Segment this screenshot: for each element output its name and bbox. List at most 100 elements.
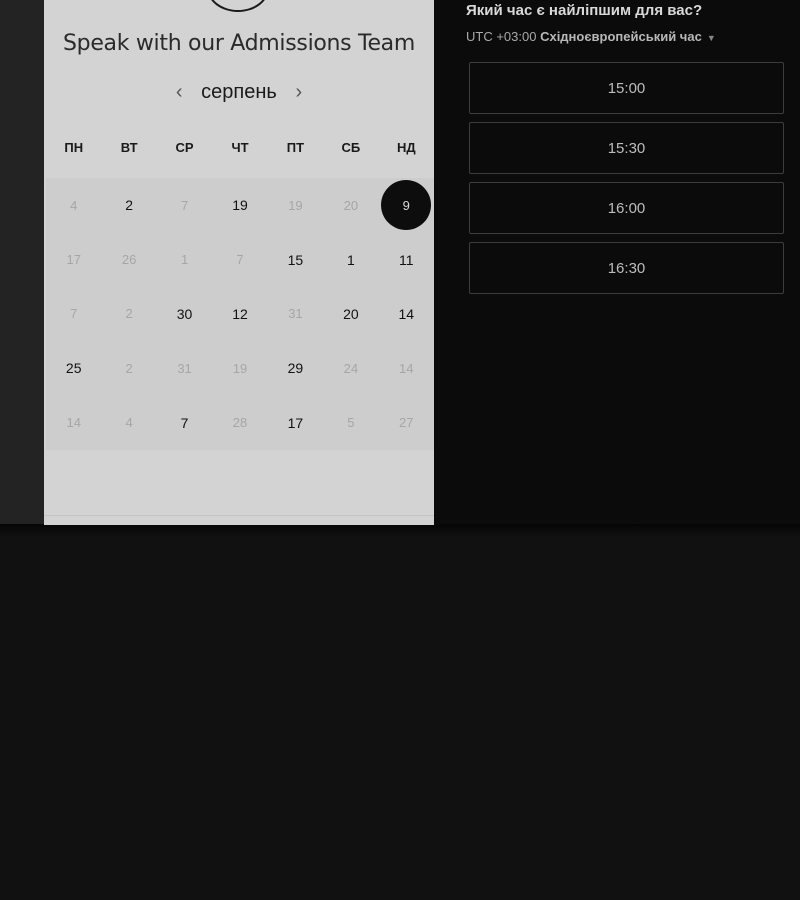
weekday-label: ПН bbox=[64, 140, 84, 155]
page: Speak with our Admissions Team ‹ серпень… bbox=[0, 0, 800, 900]
date-cell[interactable]: 1 bbox=[323, 232, 378, 286]
date-number: 31 bbox=[177, 360, 192, 376]
caret-down-icon: ▼ bbox=[706, 33, 716, 43]
weekday-label: ЧТ bbox=[231, 140, 249, 155]
date-cell[interactable]: 29 bbox=[268, 341, 323, 395]
date-number: 14 bbox=[398, 305, 415, 322]
chevron-right-icon[interactable]: › bbox=[287, 82, 311, 102]
date-cell-disabled: 31 bbox=[268, 287, 323, 341]
date-cell[interactable]: 11 bbox=[379, 232, 434, 286]
weekday-label: НД bbox=[396, 140, 416, 155]
date-cell-disabled: 1 bbox=[157, 232, 212, 286]
date-cell-disabled: 24 bbox=[323, 341, 378, 395]
date-cell-disabled: 27 bbox=[379, 396, 434, 450]
date-cell-disabled: 7 bbox=[157, 178, 212, 232]
date-cell[interactable]: 20 bbox=[323, 287, 378, 341]
date-cell-disabled: 17 bbox=[46, 232, 101, 286]
date-number: 26 bbox=[121, 252, 137, 268]
time-slot-button[interactable]: 16:00 bbox=[469, 182, 784, 234]
date-number: 7 bbox=[70, 306, 78, 322]
time-slot-button[interactable]: 15:00 bbox=[469, 62, 784, 114]
date-number: 7 bbox=[180, 414, 189, 431]
date-number: 14 bbox=[66, 415, 81, 431]
date-number: 19 bbox=[288, 197, 303, 213]
date-number: 17 bbox=[66, 252, 81, 268]
date-cell[interactable]: 2 bbox=[101, 178, 156, 232]
date-number: 20 bbox=[343, 305, 359, 322]
date-cell[interactable]: 15 bbox=[268, 232, 323, 286]
date-cell-disabled: 14 bbox=[46, 396, 101, 450]
time-heading: Який час є найліпшим для вас? bbox=[466, 2, 703, 19]
date-number: 4 bbox=[125, 415, 133, 431]
date-number: 19 bbox=[232, 197, 248, 214]
date-cell-disabled: 2 bbox=[101, 341, 156, 395]
region-shadow bbox=[0, 524, 800, 538]
date-cell-disabled: 7 bbox=[46, 287, 101, 341]
calendar-grid: 4 2 7 19 19 20 9 17 26 1 7 15 1 11 7 2 30 12 31 20 14 25 2 31 19… bbox=[46, 178, 434, 450]
date-number: 2 bbox=[125, 197, 134, 214]
date-number: 1 bbox=[346, 251, 355, 268]
selected-date[interactable]: 9 bbox=[379, 178, 434, 232]
date-number: 25 bbox=[65, 360, 82, 377]
date-cell-disabled: 4 bbox=[46, 178, 101, 232]
date-cell[interactable]: 7 bbox=[157, 396, 212, 450]
date-cell-disabled: 4 bbox=[101, 396, 156, 450]
weekday-label: СБ bbox=[341, 140, 361, 155]
date-cell-disabled: 19 bbox=[268, 178, 323, 232]
avatar bbox=[207, 0, 269, 12]
chevron-left-icon[interactable]: ‹ bbox=[167, 82, 191, 102]
date-number: 24 bbox=[343, 360, 359, 376]
date-cell[interactable]: 25 bbox=[46, 341, 101, 395]
time-slot-button[interactable]: 15:30 bbox=[469, 122, 784, 174]
month-label: серпень bbox=[201, 80, 277, 103]
date-number: 9 bbox=[402, 197, 410, 213]
time-slot-button[interactable]: 16:30 bbox=[469, 242, 784, 294]
date-number: 12 bbox=[232, 305, 248, 322]
date-number: 1 bbox=[180, 252, 189, 268]
weekday-label: ПТ bbox=[286, 140, 305, 155]
time-slot-list: 15:00 15:30 16:00 16:30 bbox=[469, 62, 784, 302]
date-cell-disabled: 31 bbox=[157, 341, 212, 395]
timezone-name: Східноєвропейський час bbox=[540, 29, 702, 44]
date-number: 19 bbox=[232, 360, 248, 376]
date-cell-disabled: 19 bbox=[212, 341, 267, 395]
date-number: 20 bbox=[343, 197, 359, 213]
calendar-panel: Speak with our Admissions Team ‹ серпень… bbox=[44, 0, 434, 525]
date-number: 15 bbox=[287, 251, 304, 268]
date-cell-disabled: 26 bbox=[101, 232, 156, 286]
left-edge-strip bbox=[0, 0, 44, 524]
date-cell-disabled: 5 bbox=[323, 396, 378, 450]
date-cell[interactable]: 14 bbox=[379, 287, 434, 341]
date-number: 2 bbox=[125, 306, 133, 322]
date-cell-disabled: 2 bbox=[101, 287, 156, 341]
date-number: 2 bbox=[125, 360, 133, 376]
date-number: 31 bbox=[288, 306, 303, 322]
page-title: Speak with our Admissions Team bbox=[62, 31, 415, 56]
date-cell[interactable]: 19 bbox=[212, 178, 267, 232]
date-number: 27 bbox=[399, 415, 414, 431]
date-number: 5 bbox=[347, 415, 355, 431]
date-cell-disabled: 28 bbox=[212, 396, 267, 450]
date-cell[interactable]: 30 bbox=[157, 287, 212, 341]
weekday-header: ПН ВТ СР ЧТ ПТ СБ НД bbox=[46, 140, 434, 155]
date-number: 17 bbox=[287, 414, 304, 431]
date-cell-disabled: 20 bbox=[323, 178, 378, 232]
date-cell[interactable]: 17 bbox=[268, 396, 323, 450]
date-number: 29 bbox=[287, 360, 304, 377]
timezone-selector[interactable]: UTC +03:00 Східноєвропейський час ▼ bbox=[466, 29, 716, 44]
date-number: 11 bbox=[399, 251, 414, 268]
month-navigation: ‹ серпень › bbox=[44, 78, 434, 106]
divider bbox=[44, 515, 434, 516]
date-number: 28 bbox=[232, 415, 248, 431]
date-cell[interactable]: 12 bbox=[212, 287, 267, 341]
date-number: 7 bbox=[236, 252, 244, 268]
date-number: 7 bbox=[180, 197, 189, 213]
date-number: 14 bbox=[399, 360, 414, 376]
date-cell-disabled: 14 bbox=[379, 341, 434, 395]
timezone-offset: UTC +03:00 bbox=[466, 29, 537, 44]
date-number: 30 bbox=[176, 305, 193, 322]
date-cell-disabled: 7 bbox=[212, 232, 267, 286]
date-number: 4 bbox=[70, 197, 78, 213]
weekday-label: СР bbox=[175, 140, 194, 155]
weekday-label: ВТ bbox=[120, 140, 138, 155]
